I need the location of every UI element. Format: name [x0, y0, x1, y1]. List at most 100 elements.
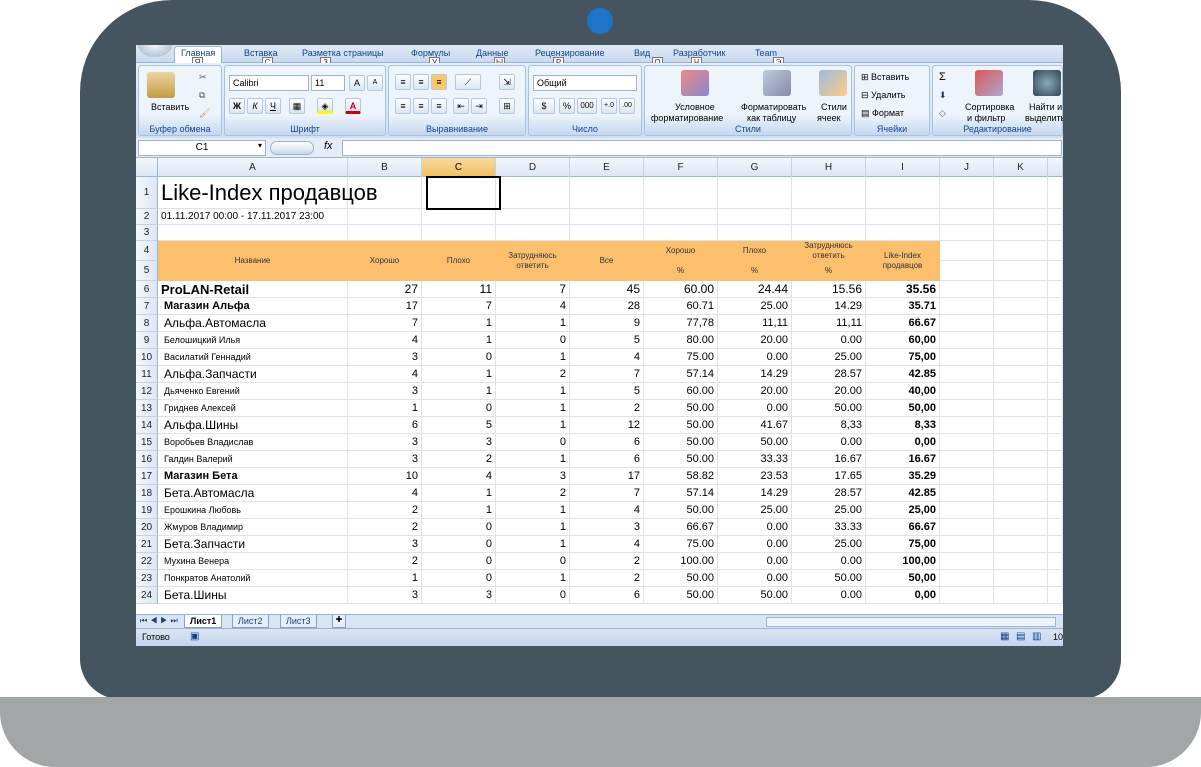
view-layout-icon[interactable]: ▤ [1016, 631, 1025, 642]
column-header-D[interactable]: D [496, 158, 570, 177]
cell-F24[interactable]: 50.00 [644, 587, 718, 604]
cell-K12[interactable] [994, 383, 1048, 400]
cell-J14[interactable] [940, 417, 994, 434]
cell-I18[interactable]: 42.85 [866, 485, 940, 502]
cell-B2[interactable] [348, 209, 422, 225]
cell-D8[interactable]: 1 [496, 315, 570, 332]
row-header[interactable]: 23 [136, 570, 158, 587]
cell-B22[interactable]: 2 [348, 553, 422, 570]
cell-C24[interactable]: 3 [422, 587, 496, 604]
cell-D1[interactable] [496, 177, 570, 209]
wrap-text-icon[interactable]: ⇲ [499, 74, 515, 90]
cell-L1[interactable] [1048, 177, 1063, 209]
cell-A3[interactable] [158, 225, 348, 241]
conditional-format-line2[interactable]: форматирование [651, 113, 723, 123]
autosum-button[interactable]: Σ [939, 71, 946, 83]
row-header[interactable]: 20 [136, 519, 158, 536]
cell-I13[interactable]: 50,00 [866, 400, 940, 417]
tab-6[interactable]: Вид [634, 48, 650, 58]
cell-E8[interactable]: 9 [570, 315, 644, 332]
cell-L11[interactable] [1048, 366, 1063, 383]
cell-G2[interactable] [718, 209, 792, 225]
cell-E9[interactable]: 5 [570, 332, 644, 349]
row-header[interactable]: 19 [136, 502, 158, 519]
cell-D6[interactable]: 7 [496, 281, 570, 298]
view-normal-icon[interactable]: ▦ [1000, 631, 1009, 642]
column-header-F[interactable]: F [644, 158, 718, 177]
cell-I23[interactable]: 50,00 [866, 570, 940, 587]
sort-filter-line2[interactable]: и фильтр [967, 113, 1005, 123]
cell-J11[interactable] [940, 366, 994, 383]
cell-L20[interactable] [1048, 519, 1063, 536]
cell-I9[interactable]: 60,00 [866, 332, 940, 349]
row-header[interactable]: 10 [136, 349, 158, 366]
find-select-icon[interactable] [1033, 70, 1061, 96]
cell-D9[interactable]: 0 [496, 332, 570, 349]
cell-E7[interactable]: 28 [570, 298, 644, 315]
cell-F18[interactable]: 57.14 [644, 485, 718, 502]
cell-F8[interactable]: 77,78 [644, 315, 718, 332]
cell-H19[interactable]: 25.00 [792, 502, 866, 519]
cell-E3[interactable] [570, 225, 644, 241]
cell-C21[interactable]: 0 [422, 536, 496, 553]
column-header-A[interactable]: A [158, 158, 348, 177]
row-header[interactable]: 12 [136, 383, 158, 400]
cell-L2[interactable] [1048, 209, 1063, 225]
row-header[interactable]: 11 [136, 366, 158, 383]
align-top-icon[interactable]: ≡ [395, 74, 411, 90]
cell-G11[interactable]: 14.29 [718, 366, 792, 383]
bold-button[interactable]: Ж [229, 98, 245, 114]
cell-E19[interactable]: 4 [570, 502, 644, 519]
increase-indent-icon[interactable]: ⇥ [471, 98, 487, 114]
cell-G8[interactable]: 11,11 [718, 315, 792, 332]
row-header[interactable]: 17 [136, 468, 158, 485]
decrease-decimal-icon[interactable]: .00 [619, 98, 635, 114]
cell-L13[interactable] [1048, 400, 1063, 417]
cell-A6[interactable]: ProLAN-Retail [158, 281, 348, 298]
sheet-tab-3[interactable]: Лист3 [280, 615, 317, 628]
row-header[interactable]: 15 [136, 434, 158, 451]
column-header-L[interactable] [1048, 158, 1063, 177]
cell-C12[interactable]: 1 [422, 383, 496, 400]
cell-F1[interactable] [644, 177, 718, 209]
formula-input[interactable] [342, 140, 1062, 156]
format-painter-icon[interactable]: 🖌 [199, 108, 210, 119]
cell-K24[interactable] [994, 587, 1048, 604]
cell-A14[interactable]: Альфа.Шины [158, 417, 348, 434]
cell-L10[interactable] [1048, 349, 1063, 366]
row-header[interactable]: 8 [136, 315, 158, 332]
cell-I16[interactable]: 16.67 [866, 451, 940, 468]
cell-L19[interactable] [1048, 502, 1063, 519]
cell-H2[interactable] [792, 209, 866, 225]
cell-D20[interactable]: 1 [496, 519, 570, 536]
cell-B19[interactable]: 2 [348, 502, 422, 519]
cell-B7[interactable]: 17 [348, 298, 422, 315]
cell-H15[interactable]: 0.00 [792, 434, 866, 451]
cell-J7[interactable] [940, 298, 994, 315]
cell-E22[interactable]: 2 [570, 553, 644, 570]
cell-A8[interactable]: Альфа.Автомасла [158, 315, 348, 332]
column-header-H[interactable]: H [792, 158, 866, 177]
orientation-icon[interactable]: ⟋ [455, 74, 481, 90]
cell-L5[interactable] [1048, 261, 1063, 281]
name-box[interactable]: C1 [138, 140, 266, 156]
cell-H22[interactable]: 0.00 [792, 553, 866, 570]
cell-A18[interactable]: Бета.Автомасла [158, 485, 348, 502]
cell-F2[interactable] [644, 209, 718, 225]
row-header[interactable]: 24 [136, 587, 158, 604]
row-header[interactable]: 21 [136, 536, 158, 553]
cell-E11[interactable]: 7 [570, 366, 644, 383]
cell-K15[interactable] [994, 434, 1048, 451]
cell-F16[interactable]: 50.00 [644, 451, 718, 468]
column-header-E[interactable]: E [570, 158, 644, 177]
macro-record-icon[interactable]: ▣ [190, 631, 199, 642]
cell-K22[interactable] [994, 553, 1048, 570]
cell-G6[interactable]: 24.44 [718, 281, 792, 298]
cell-J1[interactable] [940, 177, 994, 209]
cell-J17[interactable] [940, 468, 994, 485]
row-header[interactable]: 9 [136, 332, 158, 349]
cell-L18[interactable] [1048, 485, 1063, 502]
cell-G24[interactable]: 50.00 [718, 587, 792, 604]
cell-A17[interactable]: Магазин Бета [158, 468, 348, 485]
cell-C22[interactable]: 0 [422, 553, 496, 570]
